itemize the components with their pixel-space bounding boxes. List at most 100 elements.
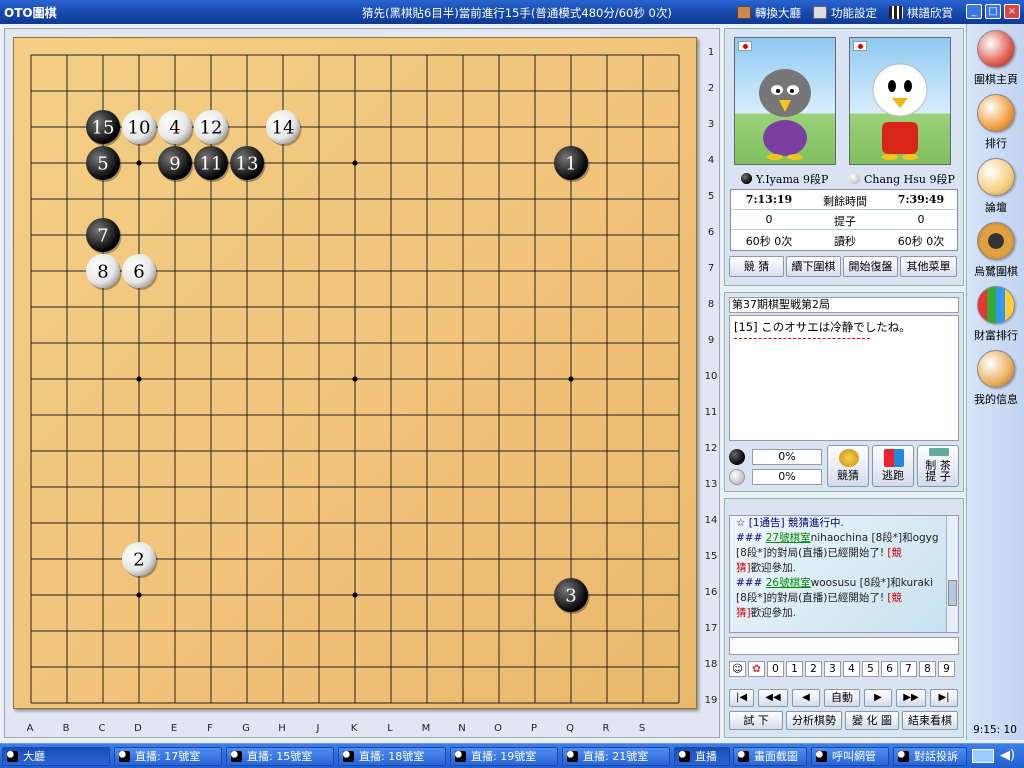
continue-game-button[interactable]: 續下圍棋 <box>786 256 841 277</box>
back-one-button[interactable]: ◀ <box>792 689 820 707</box>
variation-button[interactable]: 變 化 圖 <box>845 711 899 730</box>
stone-white-2[interactable]: 2 <box>122 542 158 578</box>
player-info-panel: Y.Iyama 9段P Chang Hsu 9段P 7:13:19 剩餘時間 7:3… <box>724 28 964 286</box>
emote-button-5[interactable]: 5 <box>862 661 879 677</box>
analyze-button[interactable]: 分析棋勢 <box>786 711 842 730</box>
stone-white-4[interactable]: 4 <box>158 110 194 146</box>
switch-lobby-button[interactable]: 轉換大廳 <box>737 5 801 21</box>
move-number: 11 <box>200 154 223 175</box>
column-label: B <box>62 723 70 734</box>
chat-line: 猜]歡迎參加. <box>736 605 796 620</box>
black-player-avatar <box>734 37 836 165</box>
task-room-15[interactable]: 直播: 15號室 <box>226 747 334 766</box>
sidebar-my-info[interactable]: 我的信息 <box>967 350 1024 407</box>
emote-button-8[interactable]: 8 <box>919 661 936 677</box>
stone-black-15[interactable]: 15 <box>86 110 122 146</box>
other-menu-button[interactable]: 其他菜單 <box>900 256 957 277</box>
sidebar-wealth[interactable]: 財富排行 <box>967 286 1024 343</box>
column-label: L <box>387 723 393 734</box>
stone-black-13[interactable]: 13 <box>230 146 266 182</box>
stone-white-10[interactable]: 10 <box>122 110 158 146</box>
emote-button-3[interactable]: 3 <box>824 661 841 677</box>
back-ten-button[interactable]: ◀◀ <box>758 689 788 707</box>
task-room-21[interactable]: 直播: 21號室 <box>562 747 670 766</box>
white-player-avatar <box>849 37 951 165</box>
row-label: 15 <box>704 551 718 562</box>
forward-one-button[interactable]: ▶ <box>864 689 892 707</box>
task-room-17[interactable]: 直播: 17號室 <box>114 747 222 766</box>
monitor-icon[interactable] <box>972 749 994 763</box>
maximize-button[interactable]: □ <box>985 4 1001 19</box>
stone-white-6[interactable]: 6 <box>122 254 158 290</box>
white-player-label: Chang Hsu 9段P <box>849 171 955 187</box>
home-icon <box>977 30 1015 68</box>
column-label: E <box>170 723 178 734</box>
auto-play-button[interactable]: 自動 <box>824 689 860 707</box>
bet-guess-button[interactable]: 競猜 <box>827 445 869 487</box>
chat-scrollbar[interactable] <box>946 516 958 632</box>
stone-black-1[interactable]: 1 <box>554 146 590 182</box>
sidebar-home[interactable]: 圍棋主頁 <box>967 30 1024 87</box>
task-room-18[interactable]: 直播: 18號室 <box>338 747 446 766</box>
escape-button[interactable]: 逃跑 <box>872 445 914 487</box>
byoyomi-row: 60秒 0次 讀秒 60秒 0次 <box>745 235 945 248</box>
stone-black-5[interactable]: 5 <box>86 146 122 182</box>
room-link[interactable]: 26號棋室 <box>766 577 811 589</box>
task-call-admin[interactable]: 呼叫網管 <box>811 747 889 766</box>
emote-button-0[interactable]: 0 <box>767 661 784 677</box>
sidebar-crow-go[interactable]: 烏鷺圍棋 <box>967 222 1024 279</box>
stop-watching-button[interactable]: 結束看棋 <box>902 711 958 730</box>
sidebar-forum[interactable]: 論壇 <box>967 158 1024 215</box>
kifu-button[interactable]: 棋譜欣賞 <box>889 5 953 21</box>
column-label: J <box>316 723 320 734</box>
minimize-button[interactable]: _ <box>966 4 982 19</box>
go-stone-icon <box>977 222 1015 260</box>
try-move-button[interactable]: 試 下 <box>729 711 783 730</box>
stone-white-14[interactable]: 14 <box>266 110 302 146</box>
emote-button-2[interactable]: 2 <box>805 661 822 677</box>
row-label: 17 <box>704 623 718 634</box>
emote-button-9[interactable]: 9 <box>938 661 955 677</box>
stone-white-8[interactable]: 8 <box>86 254 122 290</box>
hoshi-point <box>136 592 142 598</box>
japan-flag-icon <box>853 41 867 51</box>
ranking-icon <box>977 94 1015 132</box>
go-board[interactable]: 1 2 3 4 5 6 7 8 9 10 11 12 13 14 15 <box>13 37 697 709</box>
close-button[interactable]: × <box>1004 4 1020 19</box>
stone-black-7[interactable]: 7 <box>86 218 122 254</box>
settings-button[interactable]: 功能設定 <box>813 5 877 21</box>
move-number: 7 <box>97 226 108 247</box>
tea-capture-button[interactable]: 制 茶提 子 <box>917 445 959 487</box>
sidebar-ranking[interactable]: 排行 <box>967 94 1024 151</box>
task-complaint[interactable]: 對話投訴 <box>893 747 967 766</box>
board-grid[interactable]: 123456789101112131415 <box>14 38 698 710</box>
task-lobby[interactable]: 大廳 <box>2 747 110 766</box>
chat-input[interactable] <box>729 637 959 655</box>
first-move-button[interactable]: |◀ <box>729 689 754 707</box>
face-emote-icon[interactable]: ☺ <box>729 661 746 677</box>
chat-text: [8段*]的對局(直播)已經開始了! <box>736 547 888 559</box>
comment-panel: 第37期棋聖戦第2局 [15] このオサエは冷静でしたね。 0% 0% 競猜 逃… <box>724 292 964 492</box>
emote-button-7[interactable]: 7 <box>900 661 917 677</box>
task-live[interactable]: 直播 <box>674 747 730 766</box>
room-link[interactable]: 27號棋室 <box>766 532 811 544</box>
start-review-button[interactable]: 開始復盤 <box>843 256 898 277</box>
speaker-icon[interactable]: ◀) <box>1000 748 1015 763</box>
column-label: K <box>350 723 358 734</box>
chat-text: [競 <box>887 547 902 559</box>
stone-black-9[interactable]: 9 <box>158 146 194 182</box>
emote-button-6[interactable]: 6 <box>881 661 898 677</box>
scroll-thumb[interactable] <box>948 580 957 606</box>
guess-button[interactable]: 競 猜 <box>729 256 784 277</box>
emote-button-1[interactable]: 1 <box>786 661 803 677</box>
stone-black-11[interactable]: 11 <box>194 146 230 182</box>
forward-ten-button[interactable]: ▶▶ <box>896 689 926 707</box>
flower-emote-icon[interactable]: ✿ <box>748 661 765 677</box>
last-move-button[interactable]: ▶| <box>930 689 958 707</box>
stone-white-12[interactable]: 12 <box>194 110 230 146</box>
task-screenshot[interactable]: 畫面截圖 <box>733 747 807 766</box>
move-number: 6 <box>133 262 144 283</box>
emote-button-4[interactable]: 4 <box>843 661 860 677</box>
stone-black-3[interactable]: 3 <box>554 578 590 614</box>
task-room-19[interactable]: 直播: 19號室 <box>450 747 558 766</box>
